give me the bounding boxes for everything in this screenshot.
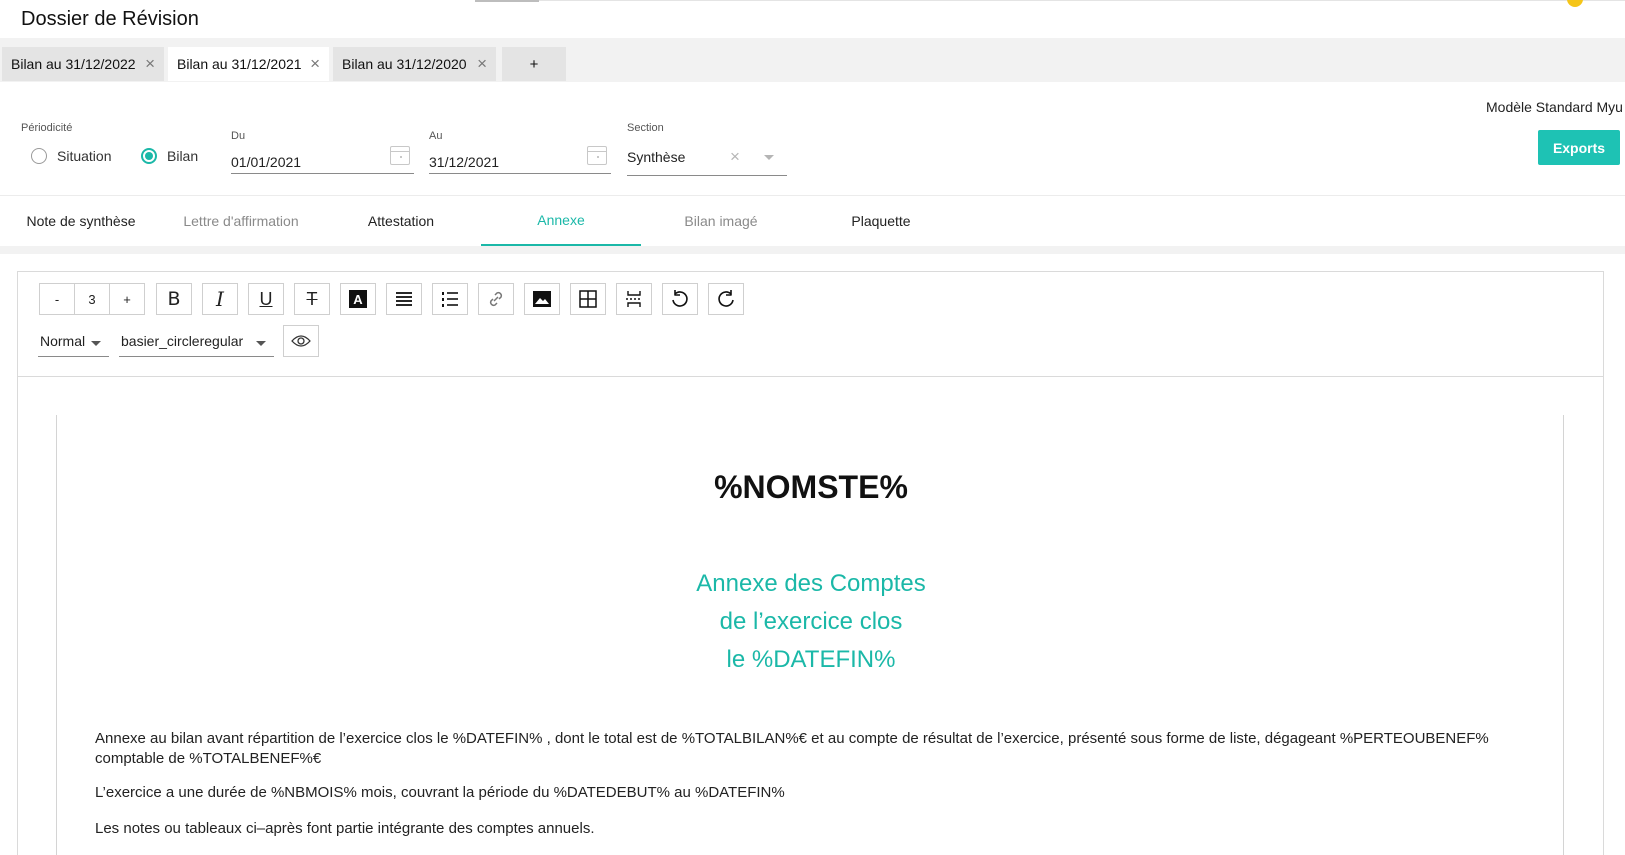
chevron-down-icon xyxy=(256,341,266,346)
status-dot xyxy=(1567,0,1583,7)
bold-icon[interactable]: B xyxy=(156,283,192,315)
font-size-increase-button[interactable]: + xyxy=(109,283,145,315)
radio-label: Bilan xyxy=(167,148,199,164)
close-icon[interactable]: × xyxy=(145,54,155,74)
exports-button[interactable]: Exports xyxy=(1538,130,1620,165)
font-family-value: basier_circleregular xyxy=(121,333,244,349)
close-icon[interactable]: × xyxy=(477,54,487,74)
section-label: Section xyxy=(627,122,664,134)
paragraph-style-value: Normal xyxy=(40,333,86,349)
file-tab-2021[interactable]: Bilan au 31/12/2021 × xyxy=(168,47,329,81)
clear-icon[interactable]: × xyxy=(730,147,740,167)
paragraph-style-select[interactable]: Normal xyxy=(38,327,109,357)
section-select[interactable]: Synthèse × xyxy=(627,140,787,176)
radio-circle[interactable] xyxy=(31,148,47,164)
periodicite-label: Périodicité xyxy=(21,122,73,134)
rich-text-editor: - 3 + B I U T A Normal basier_circleregu… xyxy=(17,271,1604,855)
image-icon[interactable] xyxy=(524,283,560,315)
section-divider xyxy=(0,246,1625,254)
date-du-value: 01/01/2021 xyxy=(231,154,302,170)
radio-situation[interactable]: Situation xyxy=(31,148,111,164)
au-label: Au xyxy=(429,130,443,142)
tab-bilan-image[interactable]: Bilan imagé xyxy=(641,196,801,246)
tab-annexe[interactable]: Annexe xyxy=(481,196,641,246)
tab-attestation[interactable]: Attestation xyxy=(321,196,481,246)
redo-icon[interactable] xyxy=(708,283,744,315)
undo-icon[interactable] xyxy=(662,283,698,315)
file-tab-label: Bilan au 31/12/2022 xyxy=(11,56,136,72)
document-subtitle-line-1: Annexe des Comptes xyxy=(696,570,926,597)
numbered-list-icon[interactable] xyxy=(432,283,468,315)
font-size-decrease-button[interactable]: - xyxy=(39,283,75,315)
close-icon[interactable]: × xyxy=(310,54,320,74)
italic-icon[interactable]: I xyxy=(202,283,238,315)
document-subtitle-line-3: le %DATEFIN% xyxy=(726,646,896,673)
date-au-value: 31/12/2021 xyxy=(429,154,500,170)
strikethrough-icon[interactable]: T xyxy=(294,283,330,315)
model-name: Modèle Standard Myu xyxy=(1486,99,1623,115)
document-paragraph: L’exercice a une durée de %NBMOIS% mois,… xyxy=(95,784,785,801)
date-du-field[interactable]: 01/01/2021 xyxy=(231,146,414,174)
link-icon[interactable] xyxy=(478,283,514,315)
preview-eye-icon[interactable] xyxy=(283,325,319,357)
table-icon[interactable] xyxy=(570,283,606,315)
chevron-down-icon xyxy=(91,341,101,346)
document-paragraph: Les notes ou tableaux ci–après font part… xyxy=(95,820,595,837)
calendar-icon[interactable] xyxy=(587,146,607,165)
chevron-down-icon[interactable] xyxy=(764,155,774,160)
tab-plaquette[interactable]: Plaquette xyxy=(801,196,961,246)
document-page[interactable]: %NOMSTE% Annexe des Comptes de l’exercic… xyxy=(56,415,1564,855)
document-paragraph: Annexe au bilan avant répartition de l’e… xyxy=(95,730,1489,767)
app-title: Dossier de Révision xyxy=(21,8,199,30)
file-tab-strip: Bilan au 31/12/2022 × Bilan au 31/12/202… xyxy=(0,38,1625,82)
document-subtitle-line-2: de l’exercice clos xyxy=(719,608,903,635)
section-value: Synthèse xyxy=(627,149,686,165)
file-tab-label: Bilan au 31/12/2021 xyxy=(177,56,302,72)
top-indicator xyxy=(475,0,539,2)
underline-icon[interactable]: U xyxy=(248,283,284,315)
radio-label: Situation xyxy=(57,148,112,164)
add-tab-button[interactable]: + xyxy=(502,47,566,81)
top-divider xyxy=(475,0,1625,1)
align-justify-icon[interactable] xyxy=(386,283,422,315)
tab-note-de-synthese[interactable]: Note de synthèse xyxy=(1,196,161,246)
page-break-icon[interactable] xyxy=(616,283,652,315)
document-tabs: Note de synthèse Lettre d'affirmation At… xyxy=(0,196,1625,246)
text-color-glyph: A xyxy=(349,290,367,308)
radio-circle-selected[interactable] xyxy=(141,148,157,164)
file-tab-2022[interactable]: Bilan au 31/12/2022 × xyxy=(2,47,164,81)
file-tab-2020[interactable]: Bilan au 31/12/2020 × xyxy=(333,47,496,81)
calendar-icon[interactable] xyxy=(390,146,410,165)
editor-toolbar: - 3 + B I U T A Normal basier_circleregu… xyxy=(18,272,1603,377)
radio-bilan[interactable]: Bilan xyxy=(141,148,198,164)
text-color-icon[interactable]: A xyxy=(340,283,376,315)
title-bar: Dossier de Révision xyxy=(0,0,1625,38)
file-tab-label: Bilan au 31/12/2020 xyxy=(342,56,467,72)
document-title: %NOMSTE% xyxy=(714,469,908,505)
font-size-value[interactable]: 3 xyxy=(74,283,110,315)
tab-lettre-d-affirmation[interactable]: Lettre d'affirmation xyxy=(161,196,321,246)
date-au-field[interactable]: 31/12/2021 xyxy=(429,146,611,174)
font-family-select[interactable]: basier_circleregular xyxy=(119,327,274,357)
du-label: Du xyxy=(231,130,246,142)
